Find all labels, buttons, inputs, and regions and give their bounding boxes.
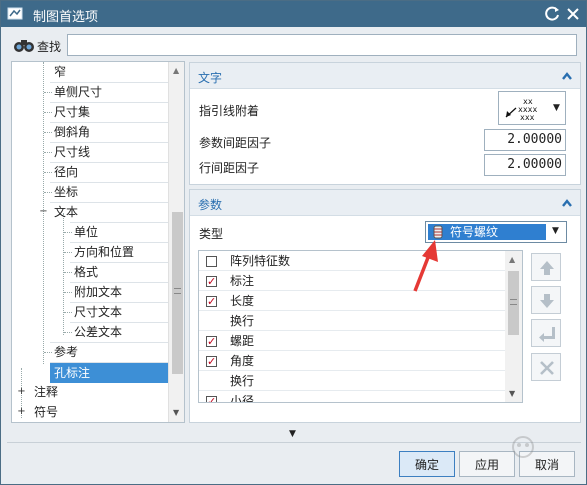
tree-item[interactable]: 径向 <box>54 162 78 182</box>
app-icon <box>7 7 23 20</box>
svg-text:xxx: xxx <box>520 113 535 122</box>
list-scrollbar[interactable]: ▲ ▼ <box>505 251 522 402</box>
tree-item[interactable]: 尺寸线 <box>54 142 90 162</box>
checkbox-checked[interactable]: ✓ <box>206 396 217 402</box>
checkbox-checked[interactable]: ✓ <box>206 356 217 367</box>
chevron-up-icon[interactable] <box>560 69 574 83</box>
checkbox-checked[interactable]: ✓ <box>206 336 217 347</box>
insert-return-icon <box>539 327 555 342</box>
scroll-down-icon[interactable]: ▼ <box>509 389 515 398</box>
list-item[interactable]: ✓ 标注 <box>199 271 505 291</box>
find-label: 查找 <box>37 40 62 54</box>
binoculars-icon <box>14 40 34 52</box>
line-spacing-input[interactable]: 2.00000 <box>484 154 566 176</box>
chevron-down-icon: ▼ <box>553 103 560 113</box>
tree-item[interactable]: 单侧尺寸 <box>54 82 102 102</box>
title-bar[interactable]: 制图首选项 <box>1 1 586 27</box>
param-spacing-label: 参数间距因子 <box>199 136 272 150</box>
list-item[interactable]: ✓ 长度 <box>199 291 505 311</box>
list-item[interactable]: 换行 <box>199 311 505 331</box>
text-section-header[interactable]: 文字 <box>190 63 580 89</box>
find-input[interactable] <box>67 34 577 56</box>
chevron-up-icon[interactable] <box>560 196 574 210</box>
list-item[interactable]: ✓ 小径 <box>199 391 505 402</box>
expand-toggle-icon[interactable]: + <box>17 387 26 397</box>
scroll-down-icon[interactable]: ▼ <box>173 408 179 417</box>
tree-item-selected[interactable]: 孔标注 <box>50 363 168 383</box>
delete-button[interactable] <box>531 353 561 381</box>
list-item[interactable]: 换行 <box>199 371 505 391</box>
expand-more-icon[interactable]: ▼ <box>289 429 296 439</box>
param-spacing-input[interactable]: 2.00000 <box>484 129 566 151</box>
leader-attach-icon: xx xxxx xxx <box>505 97 537 122</box>
type-dropdown[interactable]: 符号螺纹 ▼ <box>425 221 567 243</box>
list-item[interactable]: 阵列特征数 <box>199 251 505 271</box>
param-section-header[interactable]: 参数 <box>190 190 580 216</box>
tree-item[interactable]: 窄 <box>54 62 66 82</box>
move-down-icon <box>540 294 554 308</box>
ok-button[interactable]: 确定 <box>399 451 455 477</box>
reset-icon[interactable] <box>545 6 561 22</box>
scroll-up-icon[interactable]: ▲ <box>509 255 515 264</box>
line-spacing-label: 行间距因子 <box>199 161 260 175</box>
delete-icon <box>540 361 554 375</box>
list-item[interactable]: ✓ 角度 <box>199 351 505 371</box>
leader-attach-label: 指引线附着 <box>199 104 260 118</box>
window-title: 制图首选项 <box>33 10 99 25</box>
leader-attach-dropdown[interactable]: xx xxxx xxx ▼ <box>498 91 566 125</box>
section-title: 参数 <box>198 198 223 212</box>
tree-item[interactable]: 公差文本 <box>74 322 122 342</box>
grip-icon <box>174 288 181 294</box>
tree-item[interactable]: 单位 <box>74 222 98 242</box>
checkbox-checked[interactable]: ✓ <box>206 296 217 307</box>
move-up-button[interactable] <box>531 253 561 281</box>
tree-item[interactable]: 符号 <box>34 402 58 422</box>
checkbox-checked[interactable]: ✓ <box>206 276 217 287</box>
find-bar: 查找 <box>1 27 586 61</box>
tree-item[interactable]: 参考 <box>54 342 78 362</box>
baidu-watermark-icon <box>512 436 534 458</box>
move-up-icon <box>540 261 554 275</box>
tree-item[interactable]: 尺寸集 <box>54 102 90 122</box>
move-down-button[interactable] <box>531 286 561 314</box>
tree-item[interactable]: 方向和位置 <box>74 242 134 262</box>
checkbox[interactable] <box>206 256 217 267</box>
preferences-dialog: 制图首选项 查找 窄 单侧尺寸 尺寸集 倒斜角 尺寸线 径向 坐标 − 文本 单… <box>0 0 587 485</box>
collapse-toggle-icon[interactable]: − <box>39 207 48 217</box>
tree-item[interactable]: 附加文本 <box>74 282 122 302</box>
insert-return-button[interactable] <box>531 319 561 347</box>
tree-item[interactable]: 倒斜角 <box>54 122 90 142</box>
tree-item[interactable]: 注释 <box>34 382 58 402</box>
tree-item[interactable]: 尺寸文本 <box>74 302 122 322</box>
type-value: 符号螺纹 <box>450 225 499 239</box>
close-icon[interactable] <box>565 6 581 22</box>
expand-toggle-icon[interactable]: + <box>17 407 26 417</box>
type-selected: 符号螺纹 <box>428 224 546 240</box>
chevron-down-icon: ▼ <box>552 226 559 236</box>
section-title: 文字 <box>198 71 223 85</box>
param-list[interactable]: 阵列特征数 ✓ 标注 ✓ 长度 换行 ✓ 螺距 ✓ 角度 换行 ✓ 小径 ▲ ▼ <box>198 250 523 403</box>
tree-item[interactable]: 格式 <box>74 262 98 282</box>
annotation-arrow-icon <box>413 240 438 292</box>
category-tree[interactable]: 窄 单侧尺寸 尺寸集 倒斜角 尺寸线 径向 坐标 − 文本 单位 方向和位置 格… <box>11 61 185 423</box>
tree-scrollbar[interactable]: ▲ ▼ <box>168 62 184 422</box>
tree-item-text[interactable]: 文本 <box>54 202 78 222</box>
list-item[interactable]: ✓ 螺距 <box>199 331 505 351</box>
tree-item[interactable]: 坐标 <box>54 182 78 202</box>
type-label: 类型 <box>199 227 224 241</box>
grip-icon <box>510 299 517 305</box>
scroll-up-icon[interactable]: ▲ <box>173 66 179 75</box>
